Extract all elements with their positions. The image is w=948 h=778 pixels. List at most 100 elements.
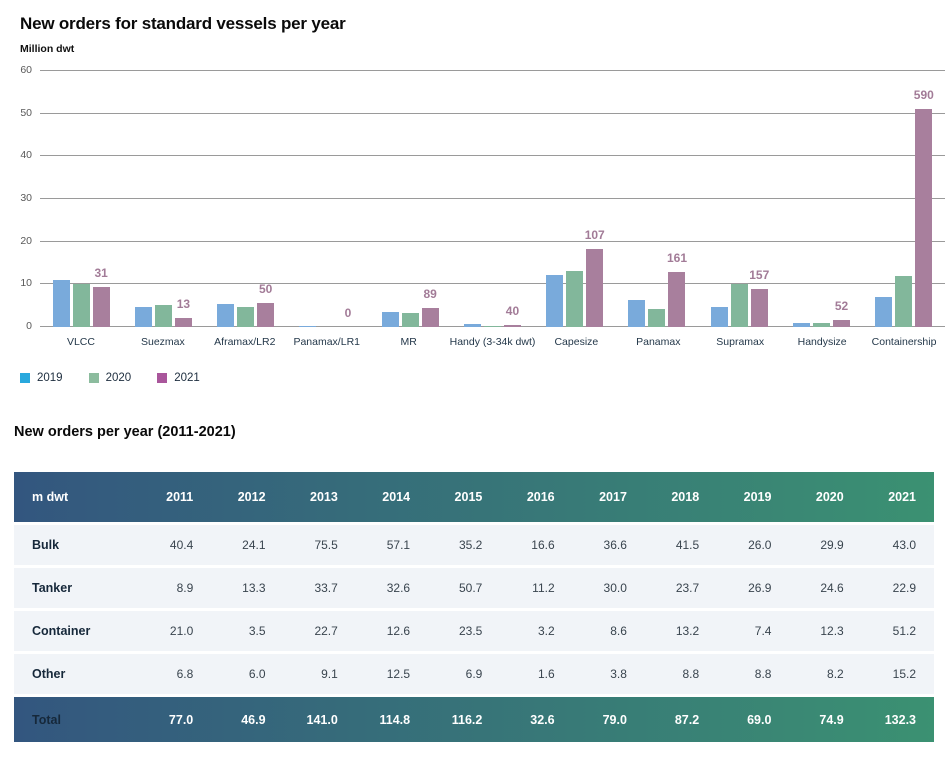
header-unit-cell: m dwt [14, 490, 139, 504]
y-tick-label: 40 [8, 149, 32, 161]
bar-2021 [915, 109, 932, 327]
table-cell: 57.1 [356, 538, 428, 552]
header-year-cell: 2016 [500, 490, 572, 504]
legend-swatch-icon [20, 373, 30, 383]
y-axis-unit-label: Million dwt [20, 43, 948, 55]
y-tick-label: 30 [8, 192, 32, 204]
bar-count-label: 0 [345, 306, 352, 320]
table-cell: 22.9 [862, 581, 934, 595]
bar-2021 [751, 289, 768, 327]
orders-table: m dwt20112012201320142015201620172018201… [14, 472, 934, 742]
bar-count-label: 157 [749, 268, 769, 282]
table-cell: 69.0 [717, 713, 789, 727]
legend-swatch-icon [157, 373, 167, 383]
table-total-row: Total77.046.9141.0114.8116.232.679.087.2… [14, 697, 934, 742]
row-label: Bulk [14, 538, 139, 552]
header-year-cell: 2018 [645, 490, 717, 504]
category-label: Containership [863, 336, 945, 348]
bar-count-label: 31 [94, 266, 107, 280]
row-label: Total [14, 713, 139, 727]
bar-2020 [566, 271, 583, 327]
table-cell: 35.2 [428, 538, 500, 552]
table-cell: 24.6 [789, 581, 861, 595]
bar-2020 [648, 309, 665, 327]
bar-count-label: 40 [506, 304, 519, 318]
bar-2019 [711, 307, 728, 327]
table-cell: 30.0 [573, 581, 645, 595]
table-cell: 8.8 [717, 667, 789, 681]
table-cell: 22.7 [284, 624, 356, 638]
table-body: Bulk40.424.175.557.135.216.636.641.526.0… [14, 525, 934, 742]
y-tick-label: 20 [8, 235, 32, 247]
table-cell: 26.9 [717, 581, 789, 595]
table-cell: 24.1 [211, 538, 283, 552]
y-tick-label: 50 [8, 107, 32, 119]
category-label: Aframax/LR2 [204, 336, 286, 348]
table-row: Container21.03.522.712.623.53.28.613.27.… [14, 611, 934, 651]
table-cell: 23.5 [428, 624, 500, 638]
table-section: New orders per year (2011-2021) m dwt201… [14, 424, 934, 742]
category-label: Capesize [535, 336, 617, 348]
bar-group: 52 [780, 71, 862, 327]
bar-group: 161 [616, 71, 698, 327]
header-year-cell: 2013 [284, 490, 356, 504]
bar-2021 [668, 272, 685, 327]
bar-2019 [793, 323, 810, 327]
bar-group: 107 [534, 71, 616, 327]
bar-group: 590 [863, 71, 945, 327]
table-cell: 6.8 [139, 667, 211, 681]
header-year-cell: 2017 [573, 490, 645, 504]
legend-item-2019: 2019 [20, 372, 63, 384]
header-year-cell: 2011 [139, 490, 211, 504]
category-label: MR [368, 336, 450, 348]
table-row: Tanker8.913.333.732.650.711.230.023.726.… [14, 568, 934, 608]
table-cell: 79.0 [573, 713, 645, 727]
bar-group: 157 [698, 71, 780, 327]
bar-2019 [135, 307, 152, 327]
table-cell: 12.3 [789, 624, 861, 638]
header-year-cell: 2015 [428, 490, 500, 504]
table-cell: 77.0 [139, 713, 211, 727]
plot-area: 0102030405060 3113500894010716115752590 [40, 71, 945, 327]
table-header-row: m dwt20112012201320142015201620172018201… [14, 472, 934, 522]
bar-group: 40 [451, 71, 533, 327]
table-cell: 23.7 [645, 581, 717, 595]
table-cell: 12.6 [356, 624, 428, 638]
table-cell: 32.6 [356, 581, 428, 595]
table-cell: 21.0 [139, 624, 211, 638]
header-year-cell: 2021 [862, 490, 934, 504]
header-year-cell: 2012 [211, 490, 283, 504]
row-label: Container [14, 624, 139, 638]
bar-2019 [299, 326, 316, 327]
table-cell: 8.9 [139, 581, 211, 595]
table-cell: 3.8 [573, 667, 645, 681]
header-year-cell: 2019 [717, 490, 789, 504]
bar-2020 [237, 307, 254, 327]
legend-label: 2020 [106, 372, 132, 384]
table-cell: 33.7 [284, 581, 356, 595]
table-cell: 32.6 [500, 713, 572, 727]
bar-group: 50 [205, 71, 287, 327]
table-cell: 46.9 [211, 713, 283, 727]
bar-2021 [257, 303, 274, 327]
bar-2020 [484, 326, 501, 327]
bar-group: 89 [369, 71, 451, 327]
table-cell: 141.0 [284, 713, 356, 727]
chart-legend: 2019 2020 2021 [20, 372, 948, 384]
table-cell: 1.6 [500, 667, 572, 681]
bar-2020 [402, 313, 419, 327]
legend-label: 2019 [37, 372, 63, 384]
category-label: Handy (3-34k dwt) [450, 336, 536, 348]
legend-item-2021: 2021 [157, 372, 200, 384]
table-cell: 3.2 [500, 624, 572, 638]
bar-2019 [546, 275, 563, 327]
table-cell: 7.4 [717, 624, 789, 638]
legend-label: 2021 [174, 372, 200, 384]
table-cell: 41.5 [645, 538, 717, 552]
table-cell: 6.0 [211, 667, 283, 681]
category-label: Panamax/LR1 [286, 336, 368, 348]
table-cell: 75.5 [284, 538, 356, 552]
table-cell: 114.8 [356, 713, 428, 727]
table-cell: 26.0 [717, 538, 789, 552]
header-year-cell: 2020 [789, 490, 861, 504]
